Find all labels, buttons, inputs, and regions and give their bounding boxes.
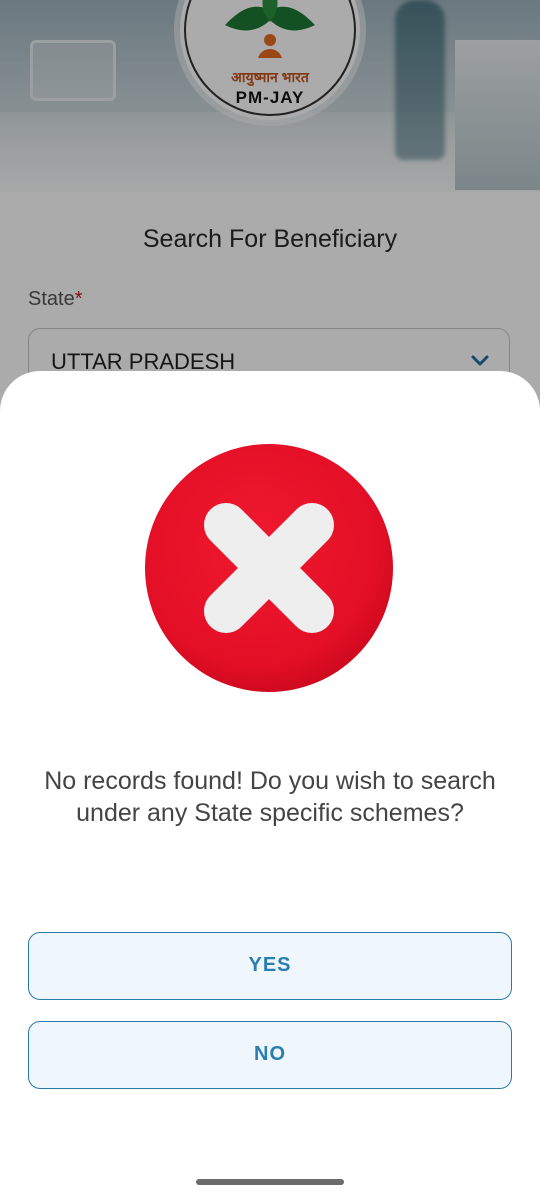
screen: आयुष्मान भारत PM-JAY Search For Benefici… [0,0,540,1199]
dialog-message: No records found! Do you wish to search … [44,767,496,827]
no-button[interactable]: NO [28,1021,512,1089]
error-x-icon [145,444,393,692]
yes-button[interactable]: YES [28,932,512,1000]
no-records-dialog: No records found! Do you wish to search … [0,371,540,1199]
home-indicator[interactable] [196,1179,344,1185]
